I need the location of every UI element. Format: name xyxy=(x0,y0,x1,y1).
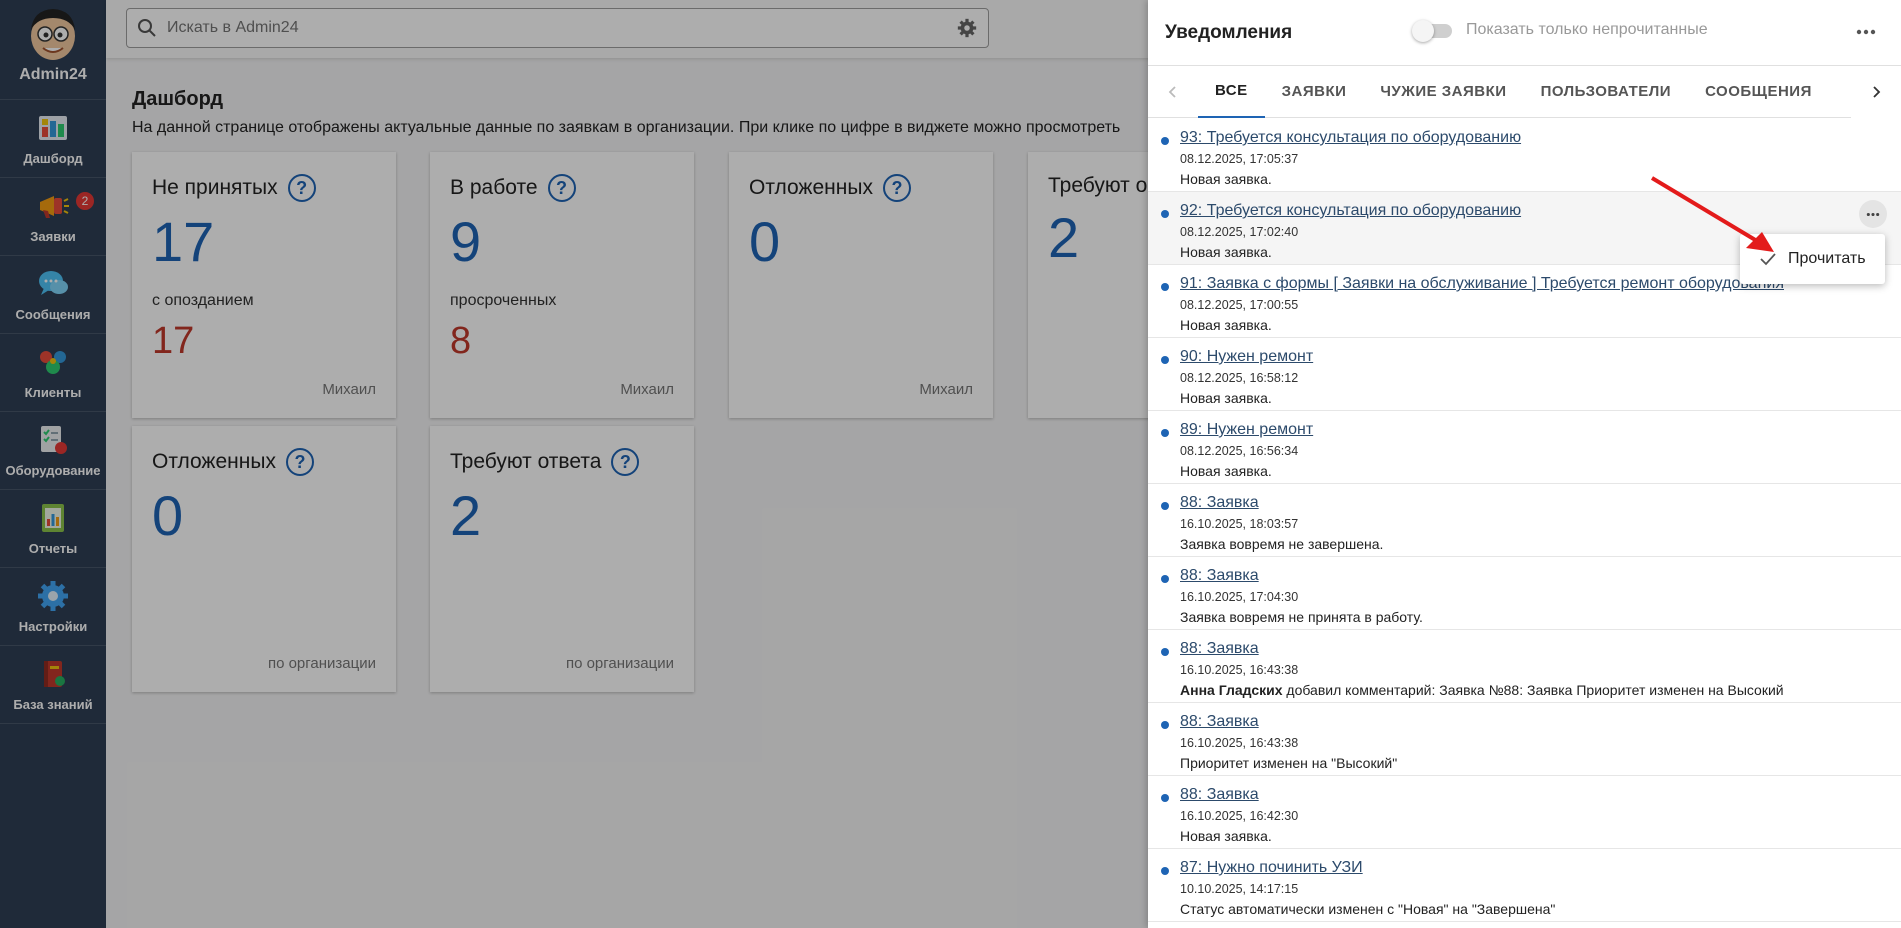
notification-date: 16.10.2025, 16:43:38 xyxy=(1180,736,1299,750)
notification-text: Новая заявка. xyxy=(1180,390,1272,406)
tabs-list: ВСЕ ЗАЯВКИ ЧУЖИЕ ЗАЯВКИ ПОЛЬЗОВАТЕЛИ СОО… xyxy=(1198,66,1901,118)
unread-dot xyxy=(1161,210,1169,218)
notification-text: Новая заявка. xyxy=(1180,828,1272,844)
tab-others-requests[interactable]: ЧУЖИЕ ЗАЯВКИ xyxy=(1363,66,1523,118)
unread-dot xyxy=(1161,502,1169,510)
notifications-header: Уведомления Показать только непрочитанны… xyxy=(1148,0,1901,66)
notification-link[interactable]: 88: Заявка xyxy=(1180,640,1881,658)
unread-dot xyxy=(1161,137,1169,145)
notification-date: 10.10.2025, 14:17:15 xyxy=(1180,882,1299,896)
tab-requests[interactable]: ЗАЯВКИ xyxy=(1265,66,1364,118)
notification-text: Заявка вовремя не завершена. xyxy=(1180,536,1384,552)
notification-link[interactable]: 88: Заявка xyxy=(1180,567,1881,585)
unread-only-label[interactable]: Показать только непрочитанные xyxy=(1466,21,1708,39)
notification-link[interactable]: 88: Заявка xyxy=(1180,713,1881,731)
comment-author: Анна Гладских xyxy=(1180,682,1283,698)
notification-item[interactable]: 88: Заявка 16.10.2025, 16:42:30 Новая за… xyxy=(1148,776,1901,849)
notification-menu-button[interactable] xyxy=(1859,200,1887,228)
unread-dot xyxy=(1161,794,1169,802)
notification-item[interactable]: 89: Нужен ремонт 08.12.2025, 16:56:34 Но… xyxy=(1148,411,1901,484)
chevron-right-icon xyxy=(1873,86,1881,98)
notifications-title: Уведомления xyxy=(1165,21,1293,43)
notification-date: 08.12.2025, 16:58:12 xyxy=(1180,371,1299,385)
notification-text: Анна Гладских добавил комментарий: Заявк… xyxy=(1180,682,1881,698)
notification-date: 08.12.2025, 16:56:34 xyxy=(1180,444,1299,458)
unread-only-toggle[interactable] xyxy=(1412,20,1452,42)
unread-dot xyxy=(1161,721,1169,729)
notification-item[interactable]: 88: Заявка 16.10.2025, 17:04:30 Заявка в… xyxy=(1148,557,1901,630)
chevron-left-icon xyxy=(1168,85,1176,98)
notification-text: Новая заявка. xyxy=(1180,317,1272,333)
unread-dot xyxy=(1161,356,1169,364)
notification-date: 08.12.2025, 17:00:55 xyxy=(1180,298,1299,312)
comment-text: добавил комментарий: Заявка №88: Заявка … xyxy=(1282,682,1784,698)
notification-text: Приоритет изменен на "Высокий" xyxy=(1180,755,1398,771)
notification-link[interactable]: 90: Нужен ремонт xyxy=(1180,348,1881,366)
unread-dot xyxy=(1161,429,1169,437)
notification-date: 16.10.2025, 18:03:57 xyxy=(1180,517,1299,531)
notification-link[interactable]: 88: Заявка xyxy=(1180,786,1881,804)
notification-item[interactable]: 88: Заявка 16.10.2025, 16:43:38 Приорите… xyxy=(1148,703,1901,776)
notifications-panel: Уведомления Показать только непрочитанны… xyxy=(1148,0,1901,928)
notification-tabs: ВСЕ ЗАЯВКИ ЧУЖИЕ ЗАЯВКИ ПОЛЬЗОВАТЕЛИ СОО… xyxy=(1148,66,1901,118)
notification-text: Статус автоматически изменен с "Новая" н… xyxy=(1180,901,1556,917)
more-options-icon[interactable] xyxy=(1853,20,1879,44)
notification-date: 16.10.2025, 16:43:38 xyxy=(1180,663,1299,677)
unread-dot xyxy=(1161,575,1169,583)
notification-item[interactable]: 88: Заявка 16.10.2025, 18:03:57 Заявка в… xyxy=(1148,484,1901,557)
notification-link[interactable]: 88: Заявка xyxy=(1180,494,1881,512)
mark-read-label: Прочитать xyxy=(1788,250,1866,267)
unread-dot xyxy=(1161,648,1169,656)
notification-link[interactable]: 93: Требуется консультация по оборудован… xyxy=(1180,129,1881,147)
notification-date: 16.10.2025, 16:42:30 xyxy=(1180,809,1299,823)
tabs-scroll-right[interactable] xyxy=(1851,66,1901,118)
notification-link[interactable]: 89: Нужен ремонт xyxy=(1180,421,1881,439)
more-dots-icon xyxy=(1866,212,1880,216)
notification-text: Заявка вовремя не принята в работу. xyxy=(1180,609,1423,625)
tab-users[interactable]: ПОЛЬЗОВАТЕЛИ xyxy=(1524,66,1689,118)
notification-item[interactable]: 90: Нужен ремонт 08.12.2025, 16:58:12 Но… xyxy=(1148,338,1901,411)
annotation-arrow-icon xyxy=(1650,176,1774,252)
notification-item[interactable]: 88: Заявка 16.10.2025, 16:43:38 Анна Гла… xyxy=(1148,630,1901,703)
unread-dot xyxy=(1161,283,1169,291)
notification-date: 16.10.2025, 17:04:30 xyxy=(1180,590,1299,604)
notification-text: Новая заявка. xyxy=(1180,463,1272,479)
unread-dot xyxy=(1161,867,1169,875)
notification-link[interactable]: 87: Нужно починить УЗИ xyxy=(1180,859,1881,877)
notification-item[interactable]: 87: Нужно починить УЗИ 10.10.2025, 14:17… xyxy=(1148,849,1901,922)
tab-messages[interactable]: СООБЩЕНИЯ xyxy=(1688,66,1829,118)
toggle-knob xyxy=(1412,20,1434,42)
notification-date: 08.12.2025, 17:05:37 xyxy=(1180,152,1299,166)
modal-backdrop[interactable] xyxy=(0,0,1148,928)
tab-all[interactable]: ВСЕ xyxy=(1198,66,1265,118)
notification-item[interactable]: 93: Требуется консультация по оборудован… xyxy=(1148,119,1901,192)
tabs-scroll-left[interactable] xyxy=(1148,66,1198,118)
